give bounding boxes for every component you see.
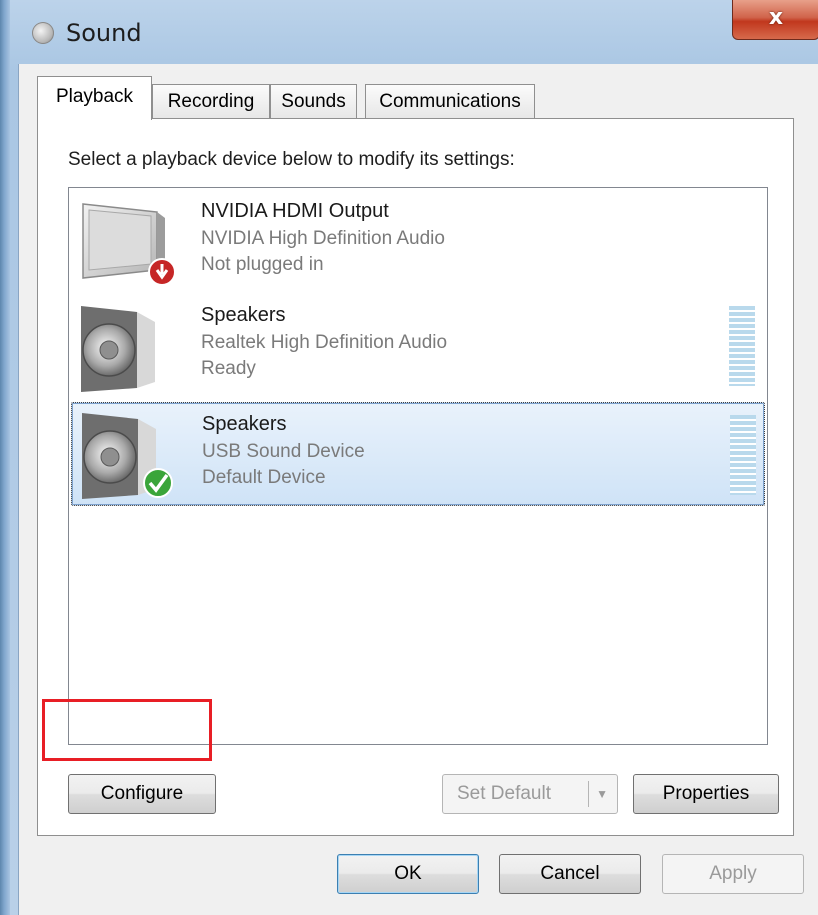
speaker-icon <box>81 306 155 392</box>
device-status: Default Device <box>202 467 326 488</box>
sound-app-icon <box>32 22 54 44</box>
tab-communications[interactable]: Communications <box>365 84 535 118</box>
device-item-realtek-speakers[interactable]: Speakers Realtek High Definition Audio R… <box>71 294 765 398</box>
tab-sounds[interactable]: Sounds <box>270 84 357 118</box>
device-name: Speakers <box>202 413 287 435</box>
tab-recording[interactable]: Recording <box>152 84 270 118</box>
properties-button[interactable]: Properties <box>633 774 779 814</box>
device-description: Realtek High Definition Audio <box>201 332 448 353</box>
instructions-text: Select a playback device below to modify… <box>68 149 515 170</box>
dropdown-arrow-icon: ▼ <box>596 787 608 801</box>
apply-button: Apply <box>662 854 804 894</box>
device-item-nvidia-hdmi[interactable]: NVIDIA HDMI Output NVIDIA High Definitio… <box>71 190 765 294</box>
window-frame-edge <box>0 0 10 915</box>
set-default-button: Set Default ▼ <box>442 774 618 814</box>
sound-window: Sound x Playback Recording Sounds Commun… <box>0 0 818 915</box>
window-title: Sound <box>66 19 142 47</box>
dialog-client-area: Playback Recording Sounds Communications… <box>18 64 818 915</box>
device-description: NVIDIA High Definition Audio <box>201 228 445 249</box>
cancel-button[interactable]: Cancel <box>499 854 641 894</box>
device-name: NVIDIA HDMI Output <box>201 200 389 222</box>
device-name: Speakers <box>201 304 286 326</box>
title-bar[interactable]: Sound x <box>10 0 818 64</box>
set-default-label: Set Default <box>457 783 551 804</box>
speaker-default-icon <box>82 413 173 499</box>
configure-button[interactable]: Configure <box>68 774 216 814</box>
device-item-usb-speakers[interactable]: Speakers USB Sound Device Default Device <box>71 402 765 506</box>
volume-level-meter <box>730 415 756 495</box>
tab-playback[interactable]: Playback <box>37 76 152 120</box>
volume-level-meter <box>729 306 755 386</box>
monitor-unplugged-icon <box>82 203 176 286</box>
device-status: Ready <box>201 358 256 379</box>
close-button[interactable]: x <box>732 0 818 40</box>
device-description: USB Sound Device <box>202 441 365 462</box>
split-separator <box>588 781 589 807</box>
configure-highlight-box <box>42 699 212 761</box>
device-status: Not plugged in <box>201 254 324 275</box>
ok-button[interactable]: OK <box>337 854 479 894</box>
device-list[interactable]: NVIDIA HDMI Output NVIDIA High Definitio… <box>68 187 768 745</box>
